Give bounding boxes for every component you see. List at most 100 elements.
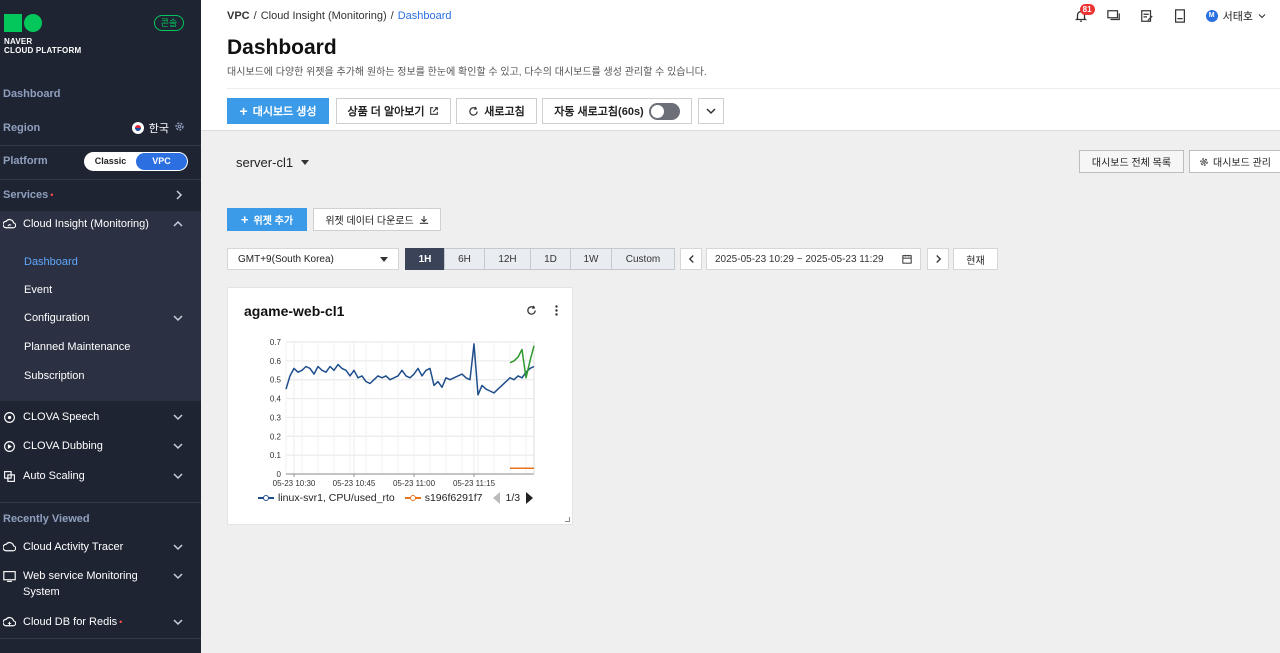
auto-refresh-toggle[interactable] [648, 102, 680, 120]
recent-cloud-db-redis[interactable]: Cloud DB for Redis • [0, 612, 201, 632]
menu-clova-speech[interactable]: CLOVA Speech [0, 407, 201, 427]
y-tick-label: 0.2 [270, 432, 282, 441]
prev-period-button[interactable] [680, 248, 702, 270]
recent-web-service-monitoring[interactable]: Web service Monitoring System [0, 568, 201, 600]
range-custom[interactable]: Custom [611, 248, 675, 270]
logo-text-line2: CLOUD PLATFORM [4, 46, 82, 55]
chevron-down-icon[interactable] [173, 618, 183, 626]
legend-page: 1/3 [505, 492, 521, 504]
page-header: VPC / Cloud Insight (Monitoring) / Dashboa… [201, 0, 1280, 131]
legend-next-icon[interactable] [526, 492, 534, 504]
add-widget-button[interactable]: + 위젯 추가 [227, 208, 307, 231]
create-dashboard-button[interactable]: + 대시보드 생성 [227, 98, 329, 124]
page-title: Dashboard [227, 36, 337, 59]
activity-tracer-icon [3, 541, 16, 554]
clova-speech-icon [3, 411, 16, 424]
submenu-configuration-label: Configuration [24, 312, 90, 324]
x-tick-label: 05-23 11:15 [453, 479, 496, 488]
submenu-planned-maintenance[interactable]: Planned Maintenance [0, 339, 201, 355]
sidebar-divider [0, 179, 201, 180]
legend-label: linux-svr1, CPU/used_rto [278, 492, 395, 504]
new-dot-icon: • [119, 617, 123, 627]
legend-item[interactable]: s196f6291f7 [404, 492, 483, 504]
refresh-label: 새로고침 [484, 106, 525, 118]
dashboard-list-button[interactable]: 대시보드 전체 목록 [1079, 150, 1184, 173]
y-tick-label: 0.7 [270, 338, 282, 347]
sidebar-divider [0, 638, 201, 639]
chevron-down-icon[interactable] [173, 543, 183, 551]
breadcrumb-vpc[interactable]: VPC [227, 10, 250, 22]
clova-dubbing-icon [3, 440, 16, 453]
sidebar-dashboard-link[interactable]: Dashboard [0, 86, 201, 102]
region-selector[interactable]: 한국 [131, 120, 185, 136]
calendar-icon [902, 254, 912, 264]
range-1w[interactable]: 1W [570, 248, 612, 270]
range-6h[interactable]: 6H [444, 248, 485, 270]
range-12h[interactable]: 12H [484, 248, 531, 270]
submenu-subscription[interactable]: Subscription [0, 368, 201, 384]
dashboard-manage-button[interactable]: 대시보드 관리 [1189, 150, 1280, 173]
dashboard-selector[interactable]: server-cl1 [236, 155, 310, 170]
chevron-down-icon[interactable] [173, 413, 183, 421]
breadcrumb-dashboard[interactable]: Dashboard [398, 10, 452, 22]
platform-vpc-option[interactable]: VPC [136, 153, 187, 170]
x-tick-label: 05-23 10:45 [333, 479, 376, 488]
user-menu[interactable]: M 서태호 [1205, 8, 1266, 24]
download-widget-data-button[interactable]: 위젯 데이터 다운로드 [313, 208, 441, 231]
chevron-down-icon[interactable] [173, 572, 183, 580]
range-1d[interactable]: 1D [530, 248, 571, 270]
submenu-event[interactable]: Event [0, 282, 201, 298]
refresh-button[interactable]: 새로고침 [456, 98, 537, 124]
recent-cloud-db-redis-label: Cloud DB for Redis [23, 616, 118, 628]
y-tick-label: 0.6 [270, 357, 282, 366]
legend-prev-icon[interactable] [492, 492, 500, 504]
new-dot-icon: • [50, 190, 54, 200]
notification-button[interactable]: 81 [1074, 4, 1095, 23]
date-range-picker[interactable]: 2025-05-23 10:29 ~ 2025-05-23 11:29 [706, 248, 921, 270]
region-settings-icon[interactable] [174, 121, 185, 135]
chevron-down-icon[interactable] [173, 314, 183, 322]
platform-classic-option[interactable]: Classic [85, 153, 136, 170]
submenu-configuration[interactable]: Configuration [0, 310, 201, 326]
next-period-button[interactable] [927, 248, 949, 270]
console-badge[interactable]: 콘솔 [154, 15, 184, 31]
guide-button[interactable] [1173, 9, 1187, 23]
breadcrumb-separator: / [253, 10, 257, 22]
services-row[interactable]: Services • [0, 185, 201, 205]
chevron-up-icon[interactable] [173, 220, 183, 228]
user-name: 서태호 [1222, 11, 1253, 23]
submenu-dashboard[interactable]: Dashboard [0, 254, 201, 270]
widget-more-icon[interactable] [555, 305, 558, 316]
breadcrumb-cloud-insight[interactable]: Cloud Insight (Monitoring) [261, 10, 387, 22]
auto-refresh-control: 자동 새로고침(60s) [542, 98, 692, 124]
resize-handle-icon[interactable] [565, 517, 570, 522]
x-tick-label: 05-23 11:00 [393, 479, 436, 488]
memo-button[interactable] [1140, 9, 1154, 23]
series-line-2 [509, 345, 535, 379]
menu-cloud-insight[interactable]: Cloud Insight (Monitoring) [0, 213, 201, 235]
recent-web-service-monitoring-label-line1: Web service Monitoring [23, 570, 138, 582]
chevron-down-icon[interactable] [173, 472, 183, 480]
chat-button[interactable] [1106, 9, 1121, 23]
menu-clova-dubbing[interactable]: CLOVA Dubbing [0, 436, 201, 456]
time-range-group: 1H 6H 12H 1D 1W Custom [405, 248, 675, 270]
legend-item[interactable]: linux-svr1, CPU/used_rto [258, 492, 395, 504]
widget-refresh-icon[interactable] [526, 305, 537, 316]
learn-more-button[interactable]: 상품 더 알아보기 [336, 98, 451, 124]
create-dashboard-label: 대시보드 생성 [252, 106, 317, 118]
range-1h[interactable]: 1H [405, 248, 445, 270]
menu-cloud-insight-label: Cloud Insight (Monitoring) [23, 218, 149, 230]
chevron-right-icon[interactable] [175, 190, 183, 200]
widget-card: agame-web-cl1 0 0.1 0.2 0.3 0.4 0.5 0.6 0.7 05-2… [227, 287, 573, 525]
naver-cloud-logo[interactable]: NAVER CLOUD PLATFORM [4, 14, 81, 55]
y-tick-label: 0.3 [270, 413, 282, 422]
now-button[interactable]: 현재 [953, 248, 998, 270]
menu-auto-scaling[interactable]: Auto Scaling [0, 466, 201, 486]
more-options-dropdown[interactable] [698, 98, 724, 124]
y-tick-label: 0.4 [270, 395, 282, 404]
platform-toggle[interactable]: Classic VPC [84, 152, 188, 171]
chevron-down-icon[interactable] [173, 442, 183, 450]
recent-cloud-activity-tracer[interactable]: Cloud Activity Tracer [0, 537, 201, 557]
timezone-select[interactable]: GMT+9(South Korea) [227, 248, 399, 270]
recent-cloud-activity-tracer-label: Cloud Activity Tracer [23, 541, 124, 553]
